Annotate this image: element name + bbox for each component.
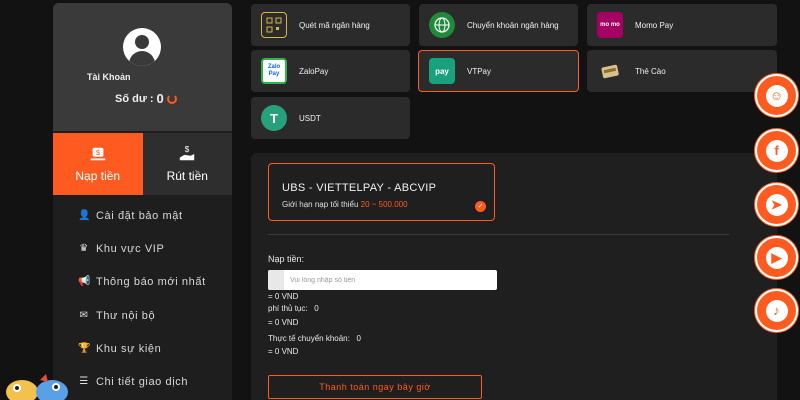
- mascot-illustration: [6, 374, 68, 400]
- sidebar-item-inbox[interactable]: ✉ Thư nội bộ: [53, 299, 232, 332]
- payment-method-label: VTPay: [467, 66, 492, 76]
- payment-method-label: ZaloPay: [299, 66, 329, 76]
- tab-bar: $ Nạp tiền $ Rút tiền: [53, 133, 232, 195]
- refresh-icon[interactable]: [166, 93, 177, 104]
- balance-value: 0: [156, 91, 164, 106]
- payment-method-label: Chuyển khoản ngân hàng: [467, 20, 559, 30]
- actual-value: 0: [356, 334, 361, 343]
- globe-icon: [429, 12, 455, 38]
- avatar-head-shape: [135, 35, 149, 49]
- fee-label: phí thủ tục:: [268, 304, 308, 313]
- list-icon: ☰: [79, 376, 89, 388]
- payment-method-label: Momo Pay: [635, 20, 674, 30]
- balance-label: Số dư :: [115, 92, 154, 105]
- envelope-icon: ✉: [79, 309, 89, 321]
- crown-icon: ♛: [79, 242, 89, 254]
- tether-icon: T: [261, 105, 287, 131]
- sidebar-item-security[interactable]: 👤 Cài đặt bảo mật: [53, 199, 232, 232]
- channel-option-selected[interactable]: UBS - VIETTELPAY - ABCVIP Giới hạn nạp t…: [268, 163, 495, 221]
- tab-deposit-label: Nạp tiền: [75, 169, 121, 183]
- channel-limit-label: Giới hạn nạp tối thiểu: [282, 200, 359, 209]
- svg-text:$: $: [185, 145, 190, 154]
- check-icon: ✓: [475, 201, 486, 212]
- fee-row: phí thủ tục: 0: [268, 304, 319, 313]
- payment-method-scratch-card[interactable]: Thẻ Cào: [587, 50, 777, 92]
- qr-scan-icon: [261, 12, 287, 38]
- zalopay-icon: Zalo Pay: [261, 58, 287, 84]
- deposit-icon: $: [90, 147, 105, 161]
- svg-text:$: $: [96, 148, 100, 157]
- deposit-form-panel: UBS - VIETTELPAY - ABCVIP Giới hạn nạp t…: [251, 153, 777, 400]
- payment-method-zalopay[interactable]: Zalo Pay ZaloPay: [251, 50, 410, 92]
- amount-input[interactable]: [268, 270, 497, 290]
- payment-method-label: Quét mã ngân hàng: [299, 20, 370, 30]
- account-name: Tài Khoản: [87, 72, 131, 82]
- fee-vnd: = 0 VND: [268, 318, 299, 327]
- avatar-body-shape: [129, 51, 155, 66]
- vtpay-icon: pay: [429, 58, 455, 84]
- sidebar-item-vip[interactable]: ♛ Khu vực VIP: [53, 232, 232, 265]
- scratch-card-icon: [597, 58, 623, 84]
- sidebar-menu: 👤 Cài đặt bảo mật ♛ Khu vực VIP 📢 Thông …: [53, 199, 232, 399]
- payment-method-vtpay[interactable]: pay VTPay: [418, 50, 579, 92]
- account-panel: Tài Khoản Số dư : 0: [53, 3, 232, 131]
- tab-withdraw[interactable]: $ Rút tiền: [142, 133, 232, 195]
- actual-label: Thực tế chuyển khoản:: [268, 334, 350, 343]
- amount-vnd: = 0 VND: [268, 292, 299, 301]
- sidebar-item-news[interactable]: 📢 Thông báo mới nhất: [53, 266, 232, 299]
- trophy-icon: 🏆: [78, 342, 92, 354]
- sidebar-item-label: Khu sự kiện: [96, 342, 162, 355]
- youtube-icon: ▶: [765, 246, 788, 269]
- telegram-button[interactable]: ➤: [755, 183, 798, 226]
- sidebar-item-label: Cài đặt bảo mật: [96, 209, 183, 222]
- payment-method-label: Thẻ Cào: [635, 66, 666, 76]
- sidebar-item-label: Thông báo mới nhất: [96, 276, 206, 289]
- channel-title: UBS - VIETTELPAY - ABCVIP: [282, 182, 437, 194]
- megaphone-icon: 📢: [78, 276, 92, 288]
- sidebar-item-label: Khu vực VIP: [96, 242, 165, 255]
- payment-method-usdt[interactable]: T USDT: [251, 97, 410, 139]
- support-chat-button[interactable]: ☺: [755, 74, 798, 117]
- facebook-icon: f: [765, 139, 788, 162]
- support-chat-icon: ☺: [765, 84, 788, 107]
- momo-icon: mo mo: [597, 12, 623, 38]
- divider: [268, 234, 729, 235]
- pay-now-button[interactable]: Thanh toán ngay bây giờ: [268, 375, 482, 399]
- youtube-button[interactable]: ▶: [755, 236, 798, 279]
- channel-limit-range: 20 ~ 500.000: [360, 200, 408, 209]
- user-lock-icon: 👤: [78, 209, 92, 221]
- amount-input-prefix: [268, 270, 284, 290]
- sidebar-item-events[interactable]: 🏆 Khu sự kiện: [53, 332, 232, 365]
- tab-deposit[interactable]: $ Nạp tiền: [53, 133, 143, 195]
- channel-limit: Giới hạn nạp tối thiểu 20 ~ 500.000: [282, 200, 408, 209]
- balance: Số dư : 0: [115, 91, 177, 106]
- payment-method-momo[interactable]: mo mo Momo Pay: [587, 4, 777, 46]
- avatar[interactable]: [123, 28, 161, 66]
- sidebar-item-label: Chi tiết giao dịch: [96, 376, 189, 389]
- sidebar-item-transactions[interactable]: ☰ Chi tiết giao dịch: [53, 365, 232, 398]
- tiktok-button[interactable]: ♪: [755, 289, 798, 332]
- tiktok-icon: ♪: [765, 299, 788, 322]
- actual-vnd: = 0 VND: [268, 347, 299, 356]
- facebook-button[interactable]: f: [755, 129, 798, 172]
- tab-withdraw-label: Rút tiền: [166, 169, 208, 183]
- amount-label: Nạp tiền:: [268, 254, 305, 264]
- actual-row: Thực tế chuyển khoản: 0: [268, 334, 361, 343]
- payment-method-bank-qr[interactable]: Quét mã ngân hàng: [251, 4, 410, 46]
- fee-value: 0: [314, 304, 319, 313]
- deposit-page: Tài Khoản Số dư : 0 $ Nạp tiền $ Rút tiề…: [0, 0, 800, 400]
- sidebar: Tài Khoản Số dư : 0 $ Nạp tiền $ Rút tiề…: [53, 3, 232, 400]
- payment-method-bank-transfer[interactable]: Chuyển khoản ngân hàng: [419, 4, 578, 46]
- payment-method-label: USDT: [299, 113, 321, 123]
- telegram-icon: ➤: [765, 193, 788, 216]
- withdraw-icon: $: [180, 145, 195, 161]
- sidebar-item-label: Thư nội bộ: [96, 309, 156, 322]
